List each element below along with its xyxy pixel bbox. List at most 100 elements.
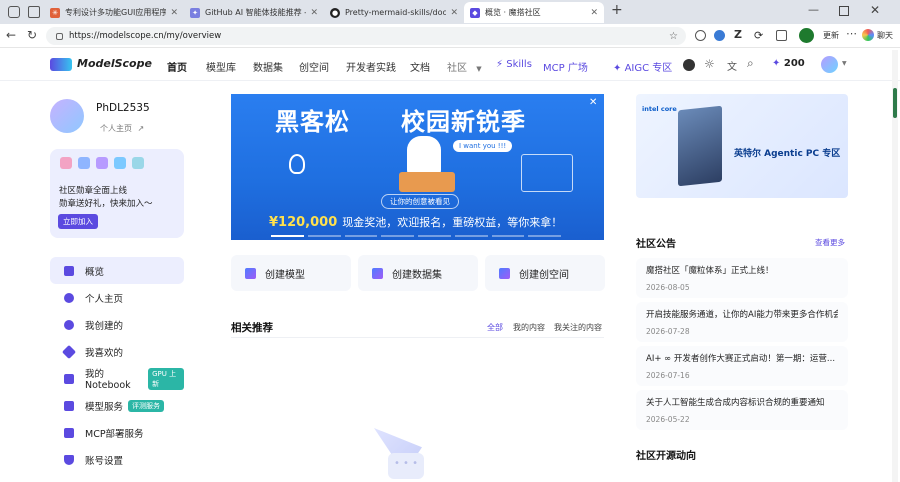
profile-link[interactable]: 个人主页 ↗: [100, 123, 144, 134]
announcements-title: 社区公告: [636, 239, 676, 250]
home-icon: [64, 265, 74, 276]
close-tab-icon[interactable]: ✕: [306, 8, 318, 18]
sidebar-item-mcp-deploy[interactable]: MCP部署服务: [50, 419, 184, 446]
extension-icon-4[interactable]: ⟳: [754, 29, 763, 42]
translate-icon[interactable]: 文: [727, 58, 737, 73]
chat-button[interactable]: 聊天: [877, 30, 893, 41]
banner-subtitle: 让你的创意被看见: [381, 194, 459, 209]
intel-brand: intel core: [642, 105, 677, 113]
workspaces-icon[interactable]: [28, 6, 40, 18]
sidebar-item-created[interactable]: 我创建的: [50, 311, 184, 338]
extension-icon-5[interactable]: [776, 30, 787, 41]
create-model-button[interactable]: 创建模型: [231, 255, 351, 291]
extension-icon-1[interactable]: [695, 30, 706, 41]
nav-aigc[interactable]: ✦ AIGC 专区: [613, 59, 672, 74]
search-icon[interactable]: ⌕: [747, 56, 754, 71]
back-icon[interactable]: ←: [6, 28, 16, 42]
nav-community-label: 社区: [447, 63, 467, 74]
browser-tab-1[interactable]: ✳ 专利设计多功能GUI应用程序设计 ✕: [44, 2, 184, 23]
chevron-down-icon: ▼: [476, 65, 482, 73]
announcement-item[interactable]: 关于人工智能生成合成内容标识合规的重要通知 2026-05-22: [636, 390, 848, 430]
sidebar-item-notebook[interactable]: 我的Notebook GPU 上新: [50, 365, 184, 392]
announcement-date: 2026-08-05: [646, 283, 690, 292]
announcement-title: 关于人工智能生成合成内容标识合规的重要通知: [646, 398, 825, 408]
create-studio-button[interactable]: 创建创空间: [485, 255, 605, 291]
sidebar-item-label: 我创建的: [85, 320, 124, 332]
browser-tab-3[interactable]: ● Pretty-mermaid-skills/docs/THEM ✕: [324, 2, 464, 23]
sidebar-item-model-service[interactable]: 模型服务 评测服务: [50, 392, 184, 419]
announcements-more-link[interactable]: 查看更多: [815, 237, 845, 248]
close-window-icon[interactable]: ✕: [870, 3, 880, 17]
hackathon-banner[interactable]: 黑客松 校园新锐季 ✕ I want you !!! 让你的创意被看见 ¥120…: [231, 94, 604, 240]
browser-tab-4-active[interactable]: ◆ 概览 · 魔搭社区 ✕: [464, 2, 604, 23]
user-avatar-large[interactable]: [50, 99, 84, 133]
nav-community[interactable]: 社区 ▼: [447, 59, 482, 74]
medal-card: 社区勋章全面上线 勋章送好礼，快来加入～ 立即加入: [50, 149, 184, 238]
close-banner-icon[interactable]: ✕: [589, 97, 597, 108]
notebook-icon: [64, 373, 74, 384]
address-bar[interactable]: https://modelscope.cn/my/overview ☆: [46, 27, 686, 45]
medal-icon: [132, 157, 144, 169]
join-button[interactable]: 立即加入: [58, 214, 98, 229]
minimize-icon[interactable]: —: [808, 3, 819, 16]
announcement-item[interactable]: AI+ ∞ 开发者创作大赛正式启动！第一期：运营... 2026-07-16: [636, 346, 848, 386]
update-button[interactable]: 更新: [823, 30, 839, 41]
trends-tabs-row[interactable]: [636, 470, 848, 482]
menu-dots-icon[interactable]: ⋯: [846, 27, 857, 40]
modelscope-logo-icon[interactable]: [50, 58, 72, 71]
extension-icon-3[interactable]: Z: [734, 28, 742, 41]
close-tab-icon[interactable]: ✕: [446, 8, 458, 18]
sidebar-item-settings[interactable]: 账号设置: [50, 446, 184, 473]
close-tab-icon[interactable]: ✕: [166, 8, 178, 18]
banner-pager[interactable]: [271, 235, 561, 237]
nav-models[interactable]: 模型库: [206, 59, 236, 74]
medal-icons: [60, 157, 144, 169]
github-icon[interactable]: [683, 59, 695, 71]
intel-ad-banner[interactable]: intel core 英特尔 Agentic PC 专区: [636, 94, 848, 198]
browser-menu-icon[interactable]: [8, 6, 20, 18]
points-badge[interactable]: ✦ 200: [772, 58, 805, 69]
new-tab-icon[interactable]: +: [611, 2, 623, 18]
close-tab-icon[interactable]: ✕: [586, 8, 598, 18]
medal-icon: [78, 157, 90, 169]
sidebar-item-profile[interactable]: 个人主页: [50, 284, 184, 311]
extension-icon-2[interactable]: [714, 30, 725, 41]
copilot-icon[interactable]: [862, 29, 874, 41]
nav-home[interactable]: 首页: [167, 59, 187, 74]
create-dataset-button[interactable]: 创建数据集: [358, 255, 478, 291]
speech-bubble: I want you !!!: [453, 140, 513, 152]
theme-sun-icon[interactable]: ☼: [704, 57, 715, 71]
medal-icon: [96, 157, 108, 169]
sidebar-item-overview[interactable]: 概览: [50, 257, 184, 284]
action-label: 创建数据集: [392, 269, 442, 281]
user-icon: [64, 292, 74, 303]
points-icon: ✦: [772, 58, 781, 69]
maximize-icon[interactable]: [839, 6, 849, 16]
scrollbar-thumb[interactable]: [893, 88, 897, 118]
star-icon[interactable]: ☆: [669, 31, 678, 42]
recommend-title: 相关推荐: [231, 322, 273, 334]
reload-icon[interactable]: ↻: [27, 28, 37, 42]
browser-tab-2[interactable]: ✦ GitHub AI 智能体技能推荐 - Goog ✕: [184, 2, 324, 23]
announcement-item[interactable]: 魔搭社区「魔粒体系」正式上线！ 2026-08-05: [636, 258, 848, 298]
medal-title: 社区勋章全面上线: [59, 186, 128, 196]
recommend-tab-mine[interactable]: 我的内容: [513, 322, 545, 333]
user-avatar[interactable]: [821, 56, 838, 73]
nav-datasets[interactable]: 数据集: [253, 59, 283, 74]
recommend-tab-following[interactable]: 我关注的内容: [554, 322, 602, 333]
nav-mcp[interactable]: MCP 广场: [543, 59, 588, 74]
trends-title: 社区开源动向: [636, 451, 696, 462]
profile-avatar-icon[interactable]: [799, 28, 814, 43]
page-scrollbar[interactable]: [892, 50, 898, 482]
nav-docs[interactable]: 文档: [410, 59, 430, 74]
recommend-tab-all[interactable]: 全部: [487, 322, 503, 333]
announcement-item[interactable]: 开启技能服务通道，让你的AI能力带来更多合作机会 2026-07-28: [636, 302, 848, 342]
tab-title: 概览 · 魔搭社区: [485, 8, 541, 17]
nav-dev-practice[interactable]: 开发者实践: [346, 59, 396, 74]
site-logo[interactable]: ModelScope: [77, 57, 152, 70]
skills-icon: ⚡: [496, 59, 504, 70]
chevron-down-icon[interactable]: ▼: [842, 60, 847, 67]
sidebar-item-liked[interactable]: 我喜欢的: [50, 338, 184, 365]
nav-skills[interactable]: ⚡ Skills: [496, 59, 532, 70]
nav-studios[interactable]: 创空间: [299, 59, 329, 74]
